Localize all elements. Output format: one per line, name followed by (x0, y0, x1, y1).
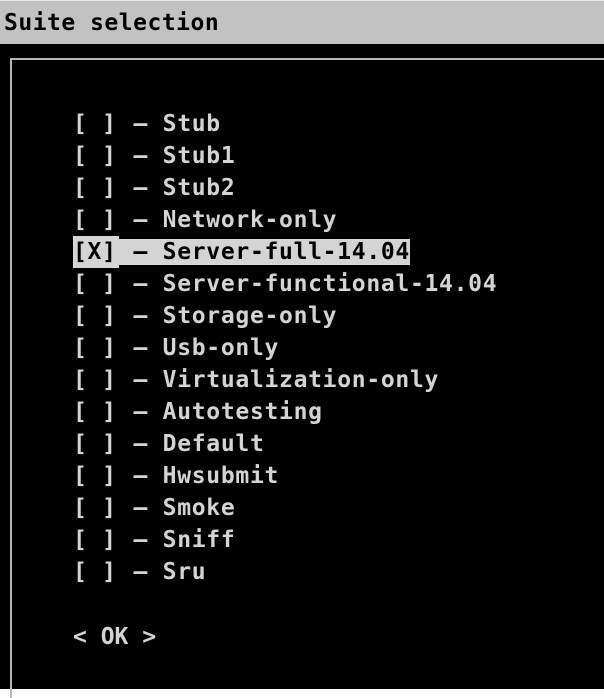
checkbox[interactable]: [ ] (73, 492, 119, 524)
dash-separator: – (119, 175, 163, 201)
suite-name: Default (162, 431, 265, 457)
dash-separator: – (119, 239, 163, 265)
suite-name: Usb-only (162, 335, 280, 361)
window-title-bar: Suite selection (0, 0, 604, 44)
window-title: Suite selection (4, 10, 220, 36)
checkbox[interactable]: [ ] (73, 524, 119, 556)
dash-separator: – (119, 399, 163, 425)
terminal-screen: [ ] – Stub[ ] – Stub1[ ] – Stub2[ ] – Ne… (0, 44, 604, 698)
checkbox[interactable]: [ ] (73, 396, 119, 428)
suite-item[interactable]: [ ] – Default (73, 428, 497, 460)
dash-separator: – (119, 111, 163, 137)
suite-name: Hwsubmit (162, 463, 280, 489)
suite-name: Autotesting (162, 399, 323, 425)
suite-name: Stub (162, 111, 221, 137)
dash-separator: – (119, 463, 163, 489)
checkbox[interactable]: [ ] (73, 300, 119, 332)
dash-separator: – (119, 431, 163, 457)
dash-separator: – (119, 527, 163, 553)
dash-separator: – (119, 495, 163, 521)
checkbox[interactable]: [ ] (73, 204, 119, 236)
checkbox[interactable]: [ ] (73, 172, 119, 204)
suite-name: Stub1 (162, 143, 236, 169)
suite-name: Sru (162, 559, 207, 585)
checkbox[interactable]: [ ] (73, 332, 119, 364)
dash-separator: – (119, 559, 163, 585)
suite-item[interactable]: [ ] – Network-only (73, 204, 497, 236)
checkbox[interactable]: [ ] (73, 108, 119, 140)
suite-item[interactable]: [ ] – Smoke (73, 492, 497, 524)
checkbox[interactable]: [ ] (73, 268, 119, 300)
ok-button[interactable]: < OK > (73, 621, 156, 653)
checkbox[interactable]: [X] (73, 236, 119, 268)
suite-name: Network-only (162, 207, 338, 233)
dash-separator: – (119, 335, 163, 361)
suite-name: Storage-only (162, 303, 338, 329)
suite-item[interactable]: [ ] – Server-functional-14.04 (73, 268, 497, 300)
dash-separator: – (119, 271, 163, 297)
suite-checklist: [ ] – Stub[ ] – Stub1[ ] – Stub2[ ] – Ne… (73, 108, 497, 588)
dash-separator: – (119, 143, 163, 169)
suite-name: Server-functional-14.04 (162, 271, 498, 297)
suite-item[interactable]: [ ] – Virtualization-only (73, 364, 497, 396)
suite-item[interactable]: [ ] – Stub (73, 108, 497, 140)
dash-separator: – (119, 207, 163, 233)
suite-item[interactable]: [ ] – Stub2 (73, 172, 497, 204)
suite-item[interactable]: [X] – Server-full-14.04 (73, 236, 497, 268)
dash-separator: – (119, 303, 163, 329)
suite-item[interactable]: [ ] – Hwsubmit (73, 460, 497, 492)
checkbox[interactable]: [ ] (73, 556, 119, 588)
suite-name: Smoke (162, 495, 236, 521)
suite-item[interactable]: [ ] – Sru (73, 556, 497, 588)
suite-item[interactable]: [ ] – Storage-only (73, 300, 497, 332)
checkbox[interactable]: [ ] (73, 428, 119, 460)
dash-separator: – (119, 367, 163, 393)
checkbox[interactable]: [ ] (73, 140, 119, 172)
suite-name: Server-full-14.04 (162, 239, 410, 265)
suite-item[interactable]: [ ] – Stub1 (73, 140, 497, 172)
checkbox[interactable]: [ ] (73, 364, 119, 396)
suite-name: Virtualization-only (162, 367, 440, 393)
suite-name: Sniff (162, 527, 236, 553)
suite-item[interactable]: [ ] – Sniff (73, 524, 497, 556)
suite-item[interactable]: [ ] – Usb-only (73, 332, 497, 364)
checkbox[interactable]: [ ] (73, 460, 119, 492)
suite-item[interactable]: [ ] – Autotesting (73, 396, 497, 428)
suite-name: Stub2 (162, 175, 236, 201)
